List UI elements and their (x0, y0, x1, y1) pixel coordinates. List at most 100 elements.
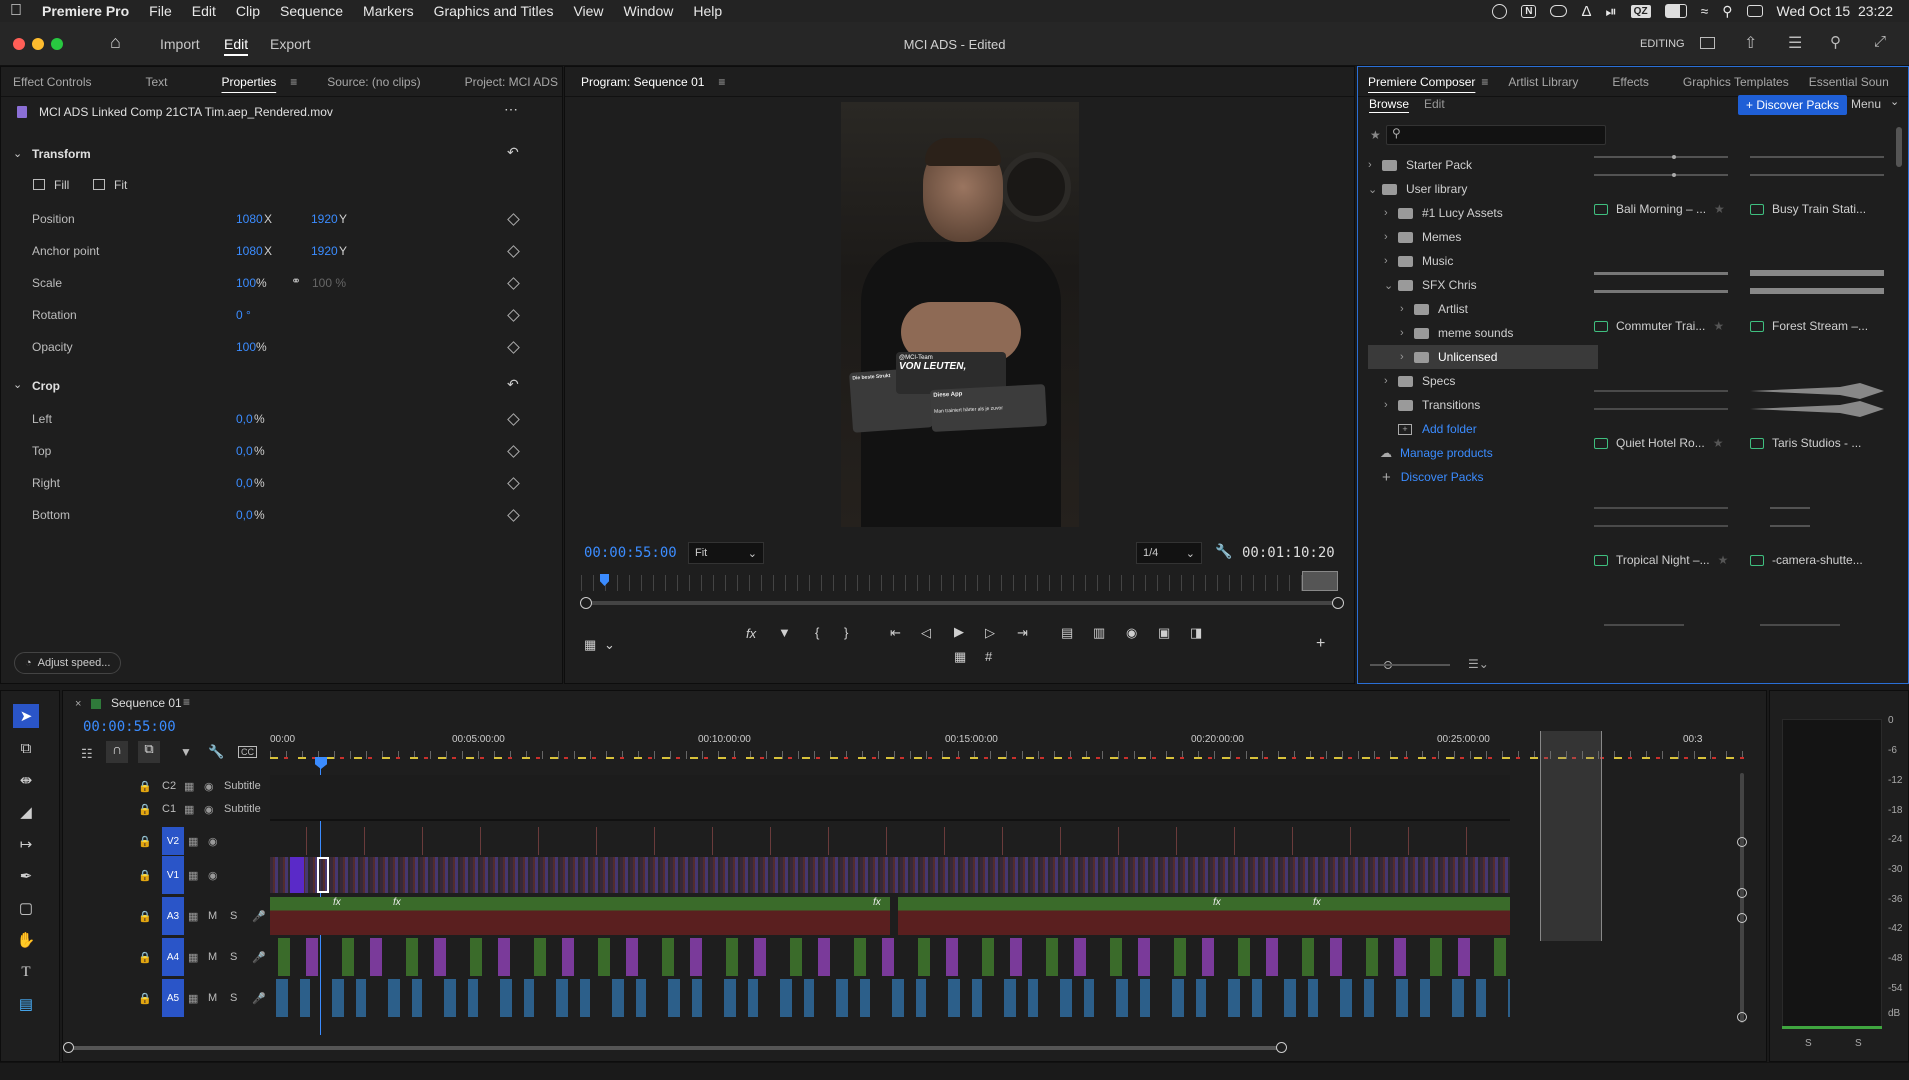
go-to-in-icon[interactable]: ⇤ (890, 625, 901, 641)
anchor-keyframe-icon[interactable] (507, 245, 520, 258)
chevron-right-icon[interactable]: › (1384, 255, 1398, 267)
chevron-right-icon[interactable]: › (1400, 351, 1414, 363)
razor-tool-icon[interactable]: ◢ (13, 800, 39, 824)
tree-item-artlist[interactable]: › Artlist (1400, 297, 1598, 321)
add-marker-icon[interactable]: ▼ (778, 625, 791, 640)
position-keyframe-icon[interactable] (507, 213, 520, 226)
clip-card[interactable] (1588, 595, 1734, 667)
solo-button[interactable]: S (230, 910, 252, 922)
link-icon[interactable]: ⚭ (291, 274, 301, 288)
fx-badge[interactable]: fx (393, 897, 401, 908)
eye-icon[interactable]: ◉ (208, 869, 228, 882)
pen-tool-icon[interactable]: ✒ (13, 864, 39, 888)
star-icon[interactable]: ★ (1713, 436, 1724, 450)
discover-packs-link[interactable]: + Discover Packs (1382, 465, 1483, 489)
lock-icon[interactable]: 🔒 (138, 992, 162, 1005)
safe-margins-chevron-icon[interactable]: ⌄ (604, 637, 615, 653)
timeline-v-scrollbar[interactable] (1740, 773, 1744, 1023)
tab-properties[interactable]: Properties (182, 75, 291, 89)
microphone-icon[interactable]: 🎤 (252, 951, 266, 964)
fill-label[interactable]: Fill (54, 178, 69, 192)
subtab-browse[interactable]: Browse (1369, 97, 1409, 111)
v1-selected-clip[interactable] (290, 857, 304, 893)
fit-icon[interactable] (93, 179, 105, 190)
menu-help[interactable]: Help (683, 3, 732, 19)
tree-item-transitions[interactable]: › Transitions (1384, 393, 1598, 417)
fx-badge[interactable]: fx (873, 897, 881, 908)
control-center-icon[interactable] (1746, 5, 1763, 17)
tab-artlist-library[interactable]: Artlist Library (1488, 75, 1592, 89)
tree-item-sfx-chris[interactable]: ⌄ SFX Chris (1384, 273, 1598, 297)
v-scroll-handle[interactable] (1737, 1012, 1747, 1022)
toggle-sync-icon[interactable]: ▦ (188, 951, 208, 964)
fx-badge[interactable]: fx (333, 897, 341, 908)
tab-source[interactable]: Source: (no clips) (297, 75, 434, 89)
video-frame[interactable]: Die beste Strukt @MCI-Team VON LEUTEN, D… (841, 102, 1079, 527)
solo-button[interactable]: S (230, 951, 252, 963)
chevron-right-icon[interactable]: › (1384, 231, 1398, 243)
list-view-icon[interactable]: ☰⌄ (1468, 657, 1489, 671)
lock-icon[interactable]: 🔒 (138, 780, 162, 793)
tab-program[interactable]: Program: Sequence 01 (565, 75, 718, 89)
chevron-down-icon[interactable]: ⌄ (1384, 279, 1398, 292)
track-id[interactable]: A4 (162, 938, 184, 976)
star-icon[interactable]: ★ (1713, 319, 1724, 333)
quality-dropdown[interactable]: 1/4 ⌄ (1136, 542, 1202, 564)
chevron-right-icon[interactable]: › (1384, 207, 1398, 219)
clip-card[interactable] (1744, 595, 1890, 667)
fit-label[interactable]: Fit (114, 178, 127, 192)
clip-card[interactable]: -camera-shutte... (1744, 478, 1890, 588)
rectangle-tool-icon[interactable]: ▢ (13, 896, 39, 920)
clip-card[interactable]: Busy Train Stati... (1744, 127, 1890, 237)
step-back-icon[interactable]: ◁ (921, 625, 931, 641)
menu-edit[interactable]: Edit (182, 3, 226, 19)
hand-tool-icon[interactable]: ✋ (13, 928, 39, 952)
rotation-value[interactable]: 0 ° (236, 308, 251, 322)
timeline-h-scrollbar[interactable] (68, 1046, 1283, 1050)
tree-item-lucy-assets[interactable]: › #1 Lucy Assets (1384, 201, 1598, 225)
menu-file[interactable]: File (139, 3, 182, 19)
star-icon[interactable]: ★ (1718, 553, 1729, 567)
toggle-sync-icon[interactable]: ▦ (184, 803, 204, 816)
comparison-view-icon[interactable]: ▣ (1158, 625, 1170, 641)
more-options-icon[interactable]: ⋯ (504, 101, 518, 118)
settings-wrench-icon[interactable]: 🔧 (1215, 543, 1232, 560)
timeline-ruler[interactable]: 00:00 00:05:00:00 00:10:00:00 00:15:00:0… (270, 731, 1750, 763)
menu-clip[interactable]: Clip (226, 3, 270, 19)
composer-tab-menu-icon[interactable]: ≡ (1481, 75, 1488, 89)
tab-text[interactable]: Text (105, 75, 181, 89)
mute-button[interactable]: M (208, 910, 230, 922)
adjust-speed-button[interactable]: ◔ Adjust speed... (14, 652, 122, 674)
lock-icon[interactable]: 🔒 (138, 803, 162, 816)
quick-search-icon[interactable]: ⚲ (1830, 33, 1841, 51)
scale-value[interactable]: 100 (236, 276, 256, 290)
tab-effects[interactable]: Effects (1592, 75, 1662, 89)
zoom-window-button[interactable] (51, 38, 63, 50)
clip-card[interactable]: Forest Stream –... (1744, 244, 1890, 354)
lock-icon[interactable]: 🔒 (138, 869, 162, 882)
anchor-x[interactable]: 1080 (236, 244, 263, 258)
linked-selection-icon[interactable]: ⧉ (138, 741, 160, 763)
track-select-tool-icon[interactable]: ⧉ (13, 736, 39, 760)
track-id[interactable]: V1 (162, 856, 184, 894)
v-scroll-handle[interactable] (1737, 913, 1747, 923)
fx-icon[interactable]: fx (746, 626, 756, 641)
eye-icon[interactable]: ◉ (204, 780, 224, 793)
tree-item-unlicensed[interactable]: › Unlicensed (1368, 345, 1598, 369)
play-icon[interactable]: ▶ (954, 624, 964, 640)
favorites-star-icon[interactable]: ★ (1370, 128, 1381, 142)
transform-reset-icon[interactable]: ↶ (507, 144, 519, 161)
menu-view[interactable]: View (563, 3, 613, 19)
clip-card[interactable]: Taris Studios - ... (1744, 361, 1890, 471)
chevron-right-icon[interactable]: › (1400, 327, 1414, 339)
a4-lane[interactable] (270, 938, 1510, 976)
discover-packs-button[interactable]: + Discover Packs (1738, 95, 1848, 115)
crop-top-value[interactable]: 0,0 (236, 444, 253, 458)
snap-icon[interactable]: ∩ (106, 741, 128, 763)
play-circle-icon[interactable]: ⏯ (1605, 3, 1616, 20)
toggle-sync-icon[interactable]: ▦ (188, 992, 208, 1005)
h-scroll-left-handle[interactable] (63, 1042, 74, 1053)
notion-icon[interactable]: N (1521, 4, 1537, 18)
ripple-edit-tool-icon[interactable]: ⇼ (13, 768, 39, 792)
share-icon[interactable]: ⇧ (1744, 33, 1757, 53)
